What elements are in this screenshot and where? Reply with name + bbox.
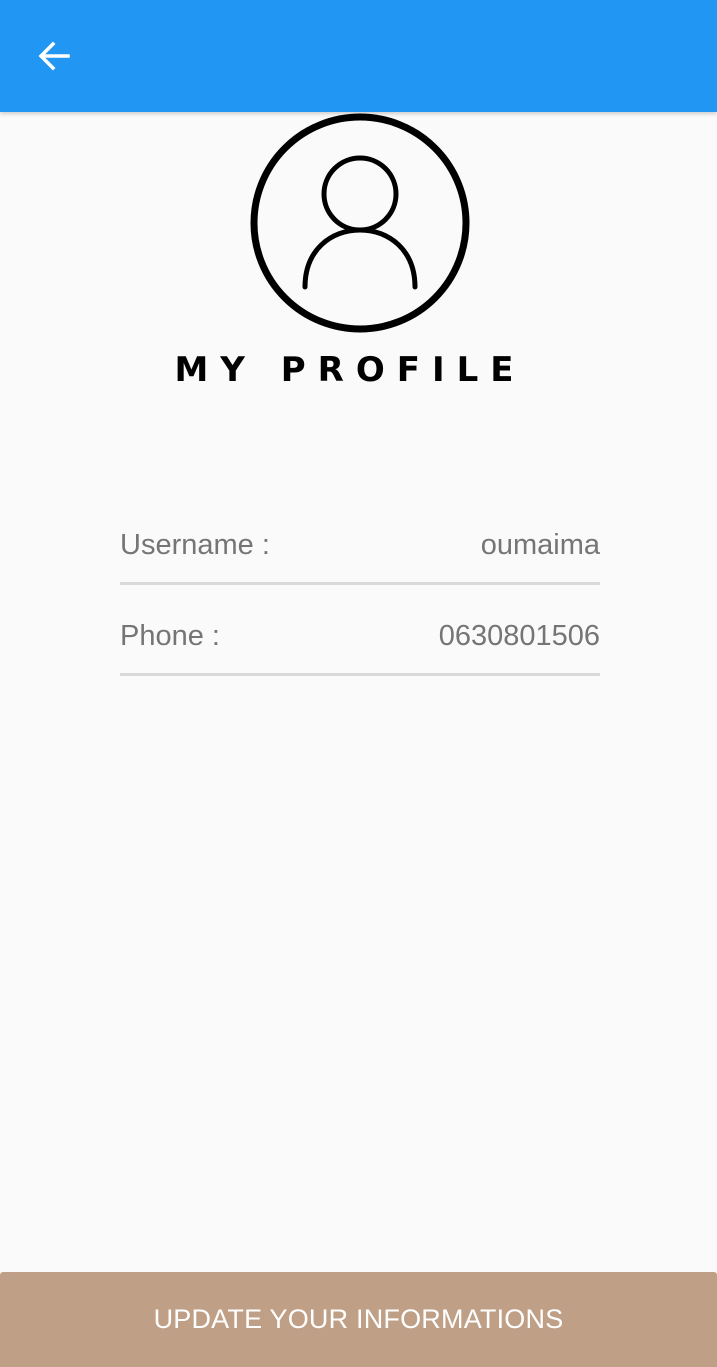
back-button[interactable] [22,24,86,88]
update-informations-button[interactable]: UPDATE YOUR INFORMATIONS [0,1272,717,1367]
page-title: MY PROFILE [174,350,526,390]
phone-label: Phone : [120,620,220,652]
username-label: Username : [120,529,270,561]
username-value: oumaima [480,529,600,561]
username-row: Username : oumaima [120,524,600,585]
update-button-label: UPDATE YOUR INFORMATIONS [153,1304,564,1334]
profile-screen: MY PROFILE Username : oumaima Phone : 06… [0,0,717,1367]
phone-row: Phone : 0630801506 [120,615,600,676]
user-profile-icon [250,113,470,333]
app-bar [0,0,717,112]
phone-value: 0630801506 [438,620,600,652]
arrow-back-icon [38,41,70,71]
